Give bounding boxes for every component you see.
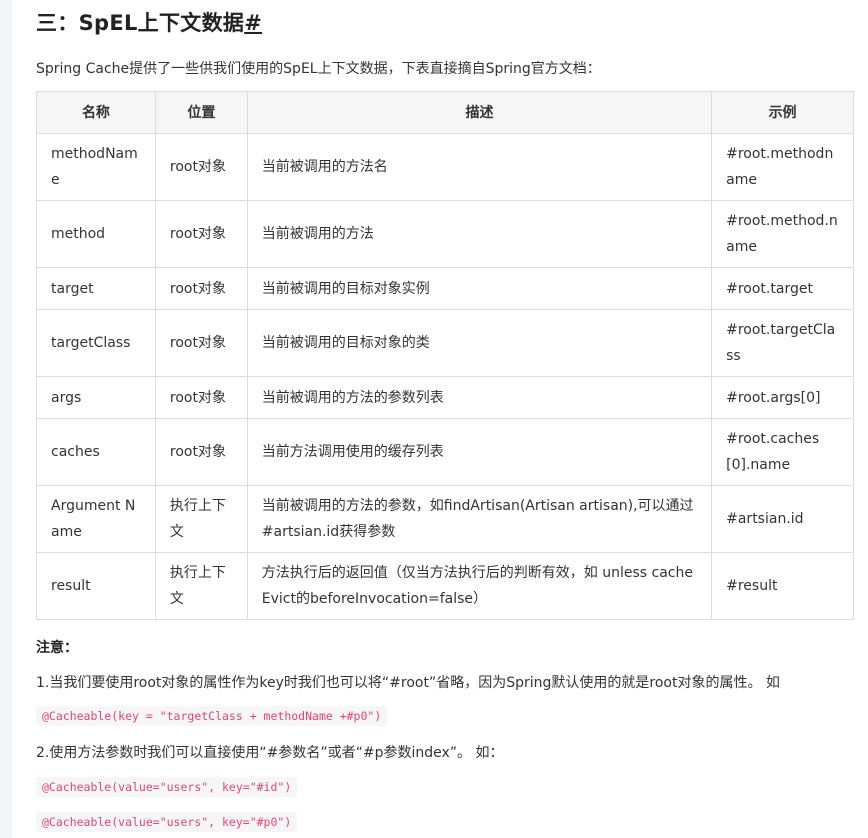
table-row: targetClass root对象 当前被调用的目标对象的类 #root.ta… — [36, 309, 854, 377]
note-paragraph-2: 2.使用方法参数时我们可以直接使用“#参数名”或者“#p参数index”。 如： — [36, 745, 504, 761]
cell-description: 当前被调用的目标对象的类 — [246, 309, 713, 377]
header-location: 位置 — [154, 91, 248, 134]
intro-paragraph: Spring Cache提供了一些供我们使用的SpEL上下文数据，下表直接摘自S… — [36, 61, 601, 77]
cell-example: #artsian.id — [711, 485, 854, 553]
header-description: 描述 — [246, 91, 713, 134]
cell-location: 执行上下文 — [154, 485, 248, 553]
table-row: target root对象 当前被调用的目标对象实例 #root.target — [36, 267, 854, 310]
left-margin-bar — [0, 0, 12, 838]
cell-example: #root.target — [711, 267, 854, 310]
header-example: 示例 — [711, 91, 854, 134]
heading-anchor-link[interactable]: # — [244, 11, 262, 35]
table-header-row: 名称 位置 描述 示例 — [36, 91, 854, 134]
cell-example: #root.caches[0].name — [711, 418, 854, 486]
table-row: Argument Name 执行上下文 当前被调用的方法的参数，如findArt… — [36, 485, 854, 553]
cell-name: caches — [36, 418, 156, 486]
cell-description: 当前方法调用使用的缓存列表 — [246, 418, 713, 486]
cell-example: #root.targetClass — [711, 309, 854, 377]
cell-name: targetClass — [36, 309, 156, 377]
cell-description: 当前被调用的方法名 — [246, 133, 713, 201]
cell-location: root对象 — [154, 267, 248, 310]
cell-example: #root.method.name — [711, 200, 854, 268]
cell-name: args — [36, 376, 156, 419]
note-heading: 注意： — [36, 640, 78, 656]
table-row: caches root对象 当前方法调用使用的缓存列表 #root.caches… — [36, 418, 854, 486]
table-row: methodName root对象 当前被调用的方法名 #root.method… — [36, 133, 854, 201]
cell-location: root对象 — [154, 309, 248, 377]
cell-description: 当前被调用的方法 — [246, 200, 713, 268]
cell-example: #result — [711, 552, 854, 620]
cell-name: result — [36, 552, 156, 620]
cell-location: root对象 — [154, 418, 248, 486]
section-heading: 三：SpEL上下文数据# — [36, 7, 262, 37]
cell-description: 方法执行后的返回值（仅当方法执行后的判断有效，如 unless cacheEvi… — [246, 552, 713, 620]
cell-name: target — [36, 267, 156, 310]
spel-context-table: 名称 位置 描述 示例 methodName root对象 当前被调用的方法名 … — [36, 91, 854, 620]
cell-name: Argument Name — [36, 485, 156, 553]
table-row: result 执行上下文 方法执行后的返回值（仅当方法执行后的判断有效，如 un… — [36, 552, 854, 620]
cell-location: root对象 — [154, 133, 248, 201]
table-row: method root对象 当前被调用的方法 #root.method.name — [36, 200, 854, 268]
code-snippet-1: @Cacheable(key = "targetClass + methodNa… — [36, 706, 388, 726]
cell-name: methodName — [36, 133, 156, 201]
cell-description: 当前被调用的目标对象实例 — [246, 267, 713, 310]
note-paragraph-1: 1.当我们要使用root对象的属性作为key时我们也可以将“#root”省略，因… — [36, 675, 780, 691]
cell-description: 当前被调用的方法的参数，如findArtisan(Artisan artisan… — [246, 485, 713, 553]
code-snippet-3: @Cacheable(value="users", key="#p0") — [36, 812, 298, 832]
code-snippet-2: @Cacheable(value="users", key="#id") — [36, 777, 298, 797]
cell-location: 执行上下文 — [154, 552, 248, 620]
cell-location: root对象 — [154, 376, 248, 419]
header-name: 名称 — [36, 91, 156, 134]
table-row: args root对象 当前被调用的方法的参数列表 #root.args[0] — [36, 376, 854, 419]
cell-description: 当前被调用的方法的参数列表 — [246, 376, 713, 419]
section-heading-text: 三：SpEL上下文数据 — [36, 11, 245, 35]
cell-location: root对象 — [154, 200, 248, 268]
cell-example: #root.args[0] — [711, 376, 854, 419]
cell-example: #root.methodname — [711, 133, 854, 201]
cell-name: method — [36, 200, 156, 268]
